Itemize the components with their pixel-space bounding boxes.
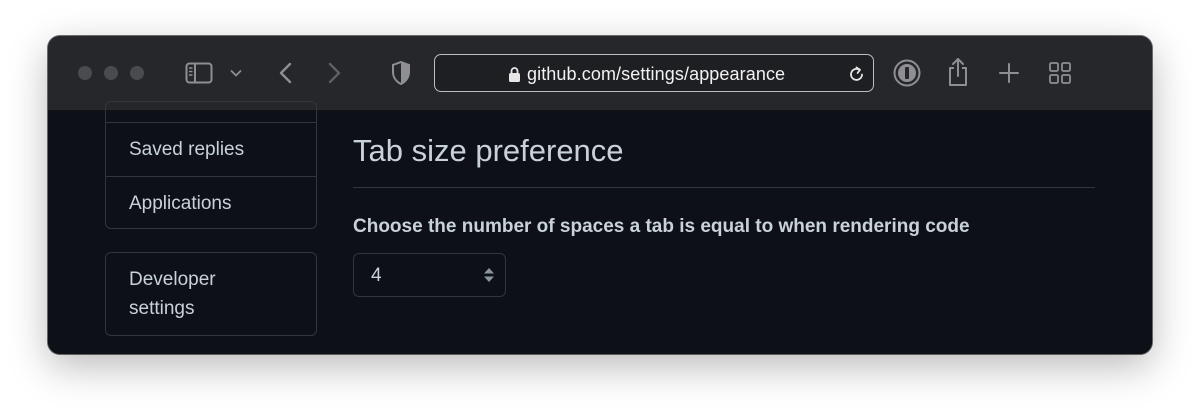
settings-menu: Saved replies Applications bbox=[105, 101, 317, 229]
sidebar-icon[interactable] bbox=[184, 60, 214, 86]
plus-icon[interactable] bbox=[998, 62, 1020, 84]
sidebar-item-saved-replies[interactable]: Saved replies bbox=[106, 123, 316, 176]
select-arrows-icon bbox=[483, 266, 495, 284]
address-bar[interactable]: github.com/settings/appearance bbox=[434, 54, 874, 92]
grid-icon[interactable] bbox=[1048, 61, 1072, 85]
address-url: github.com/settings/appearance bbox=[527, 64, 786, 84]
close-window-button[interactable] bbox=[78, 66, 92, 80]
forward-icon[interactable] bbox=[324, 60, 346, 86]
sidebar-item-label: Developer settings bbox=[129, 265, 216, 323]
sidebar-item-applications[interactable]: Applications bbox=[106, 177, 316, 230]
title-divider bbox=[353, 187, 1095, 188]
sidebar-item-developer-settings[interactable]: Developer settings bbox=[106, 253, 316, 335]
tab-size-description: Choose the number of spaces a tab is equ… bbox=[353, 216, 970, 237]
share-icon[interactable] bbox=[946, 56, 970, 88]
onepassword-icon[interactable] bbox=[893, 59, 921, 87]
chevron-down-icon[interactable] bbox=[228, 66, 244, 80]
zoom-window-button[interactable] bbox=[130, 66, 144, 80]
sidebar-item-label: Saved replies bbox=[129, 138, 245, 160]
lock-icon bbox=[507, 65, 521, 83]
tab-size-select[interactable]: 4 bbox=[353, 253, 506, 297]
developer-settings-menu: Developer settings bbox=[105, 252, 317, 336]
page-content: Saved replies Applications Developer set… bbox=[48, 101, 1152, 354]
developer-label-line1: Developer bbox=[129, 269, 216, 290]
tab-size-value: 4 bbox=[371, 265, 382, 286]
shield-icon[interactable] bbox=[390, 60, 412, 86]
back-icon[interactable] bbox=[274, 60, 296, 86]
reload-icon[interactable] bbox=[847, 65, 865, 83]
sidebar-item-label: Applications bbox=[129, 192, 232, 214]
page-title: Tab size preference bbox=[353, 133, 624, 168]
developer-label-line2: settings bbox=[129, 298, 195, 319]
minimize-window-button[interactable] bbox=[104, 66, 118, 80]
browser-window: github.com/settings/appearance Saved rep… bbox=[48, 36, 1152, 354]
browser-toolbar: github.com/settings/appearance bbox=[48, 36, 1152, 111]
